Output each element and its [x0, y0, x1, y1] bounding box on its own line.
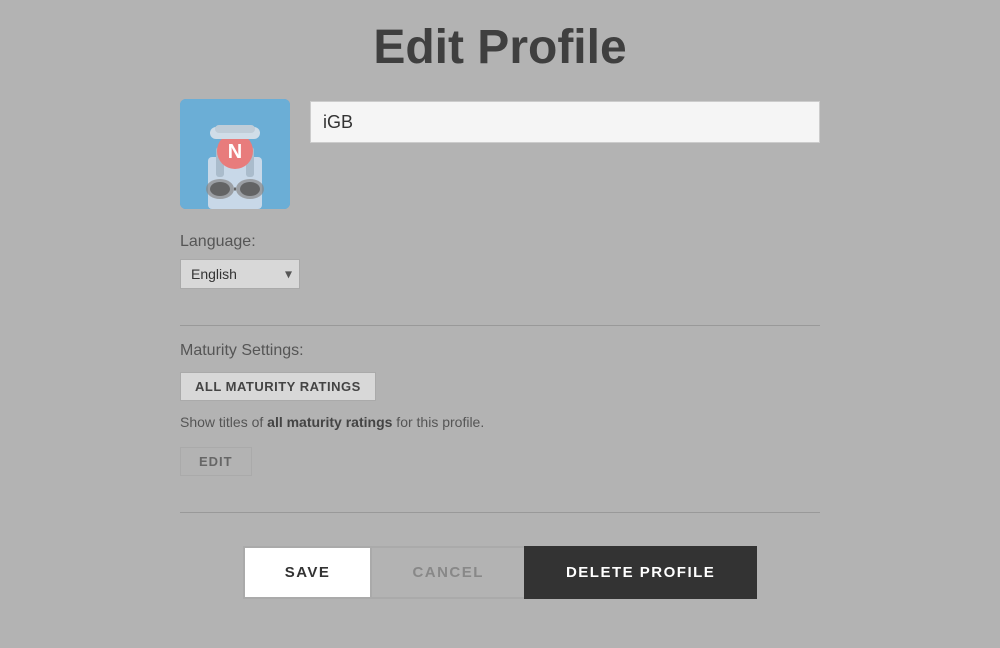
- save-button[interactable]: SAVE: [243, 546, 373, 599]
- delete-profile-button[interactable]: DELETE PROFILE: [524, 546, 757, 599]
- cancel-button[interactable]: CANCEL: [370, 546, 526, 599]
- maturity-description: Show titles of all maturity ratings for …: [180, 413, 820, 433]
- divider-1: [180, 325, 820, 326]
- page-container: Edit Profile N: [0, 0, 1000, 619]
- maturity-badge: ALL MATURITY RATINGS: [180, 372, 376, 401]
- language-select-wrapper[interactable]: English Spanish French German Portuguese: [180, 259, 300, 289]
- maturity-settings-section: Maturity Settings: ALL MATURITY RATINGS …: [180, 342, 820, 476]
- language-select[interactable]: English Spanish French German Portuguese: [180, 259, 300, 289]
- svg-text:N: N: [228, 141, 242, 163]
- maturity-settings-label: Maturity Settings:: [180, 342, 820, 360]
- bottom-buttons: SAVE CANCEL DELETE PROFILE: [0, 530, 1000, 619]
- language-label: Language:: [180, 233, 820, 251]
- language-section: Language: English Spanish French German …: [180, 233, 820, 289]
- page-title: Edit Profile: [373, 20, 626, 75]
- profile-name-input[interactable]: [310, 101, 820, 143]
- avatar: N: [180, 99, 290, 209]
- avatar-image: N: [180, 99, 290, 209]
- divider-2: [180, 512, 820, 513]
- top-section: N: [180, 99, 820, 209]
- edit-maturity-button[interactable]: EDIT: [180, 447, 252, 476]
